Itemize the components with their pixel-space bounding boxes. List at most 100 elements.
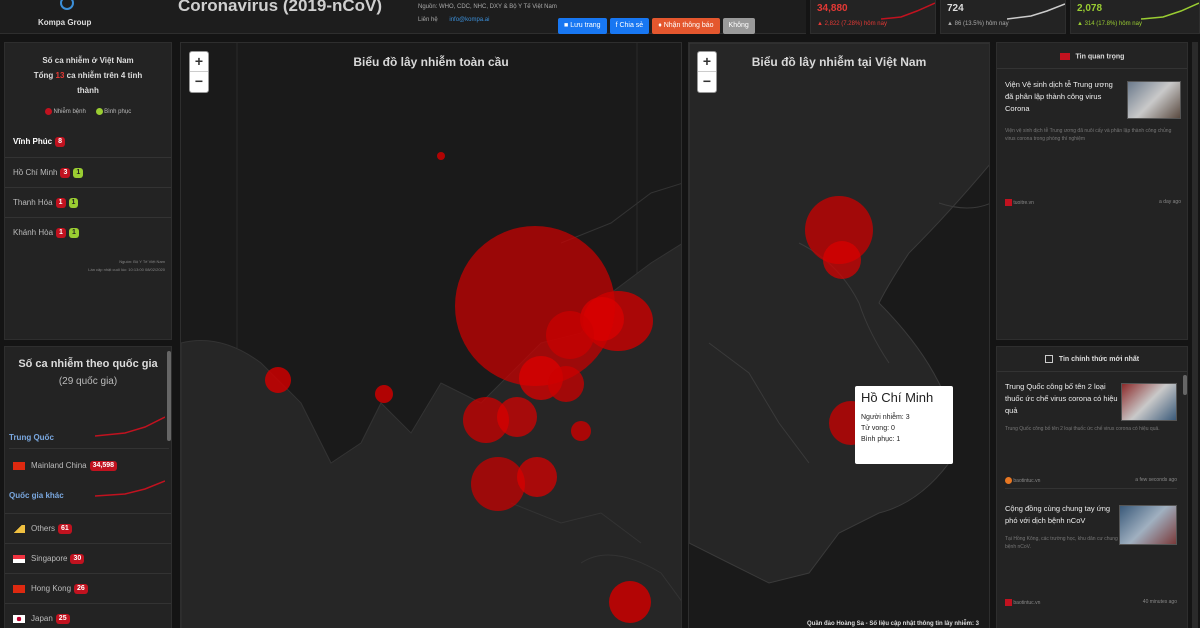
flag-icon [1059, 53, 1070, 60]
source-icon [1005, 199, 1012, 206]
news-source: baotintuc.vn [1013, 477, 1041, 484]
news-title: Trung Quốc công bố tên 2 loại thuốc ức c… [1005, 382, 1118, 415]
vn-legend: Nhiễm bệnh Bình phục [5, 108, 171, 115]
news-item[interactable]: Cộng đồng cùng chung tay ứng phó với dịc… [1005, 503, 1177, 613]
recovered-badge: 1 [68, 197, 79, 208]
logo-icon [60, 0, 74, 10]
page-title: Coronavirus (2019-nCoV) [178, 0, 383, 15]
vn-zoom-control: + − [697, 51, 717, 93]
case-bubble[interactable] [375, 385, 393, 403]
recovered-badge: 1 [68, 227, 79, 238]
vn-source: Nguồn: Bộ Y Tế Việt Nam [119, 259, 165, 264]
decline-button[interactable]: Không [722, 18, 755, 34]
news-thumbnail [1127, 81, 1181, 119]
news-item[interactable]: Viện Vệ sinh dịch tễ Trung ương đã phân … [1005, 79, 1181, 219]
save-page-button[interactable]: ■ Lưu trang [558, 18, 607, 34]
province-row[interactable]: Thanh Hóa 1 1 [5, 187, 171, 217]
china-flag-icon [13, 461, 25, 470]
stat-deaths-change: ▲ 86 (13.5%) hôm nay [947, 21, 1009, 27]
news-scrollbar[interactable] [1183, 375, 1187, 395]
stat-deaths-sparkline [1007, 3, 1065, 20]
news-title: Cộng đồng cùng chung tay ứng phó với dịc… [1005, 504, 1111, 525]
contact-link[interactable]: info@kompa.ai [449, 17, 489, 23]
vn-case-bubble[interactable] [823, 241, 861, 279]
country-row[interactable]: Singapore 30 [5, 543, 171, 573]
country-row[interactable]: Others 61 [5, 513, 171, 543]
logo[interactable]: Kompa Group [28, 0, 118, 34]
news-time: a few seconds ago [1135, 477, 1177, 483]
newspaper-icon [1044, 355, 1053, 363]
case-bubble[interactable] [497, 397, 537, 437]
singapore-flag-icon [13, 554, 25, 563]
country-row[interactable]: Hong Kong 26 [5, 573, 171, 603]
news-item[interactable]: Trung Quốc công bố tên 2 loại thuốc ức c… [1005, 381, 1177, 489]
others-flag-icon [13, 524, 25, 533]
zoom-out-button[interactable]: − [698, 72, 716, 92]
province-row[interactable]: Hồ Chí Minh 3 1 [5, 157, 171, 187]
subscribe-button[interactable]: ♦ Nhận thông báo [652, 18, 720, 34]
stat-recovered-sparkline [1141, 2, 1199, 20]
country-count: (29 quốc gia) [58, 376, 118, 387]
case-bubble[interactable] [265, 367, 291, 393]
news-source: baotintuc.vn [1013, 599, 1041, 606]
map-popup: Hồ Chí Minh Người nhiễm: 3 Tử vong: 0 Bì… [855, 386, 953, 464]
vn-total: 13 [55, 71, 65, 80]
case-bubble[interactable] [517, 457, 557, 497]
header-actions: ■ Lưu trang f Chia sẻ ♦ Nhận thông báo Khôn… [558, 14, 758, 34]
country-cases-panel: Số ca nhiễm theo quốc gia (29 quốc gia) … [4, 346, 172, 628]
stat-recovered-change: ▲ 314 (17.8%) hôm nay [1077, 21, 1142, 27]
legend-infected-dot [44, 108, 52, 115]
news-time: a day ago [1159, 199, 1181, 205]
stat-deaths: 724 ▲ 86 (13.5%) hôm nay [940, 0, 1066, 34]
latest-news-panel: Tin chính thức mới nhất Trung Quốc công … [996, 346, 1188, 628]
stat-deaths-value: 724 [947, 3, 964, 14]
country-scrollbar[interactable] [167, 351, 171, 441]
global-zoom-control: + − [189, 51, 209, 93]
stat-infected: 34,880 ▲ 2,822 (7.28%) hôm nay [810, 0, 936, 34]
case-bubble[interactable] [471, 457, 525, 511]
news-excerpt: Viện vệ sinh dịch tễ Trung ương đã nuôi … [1005, 128, 1172, 142]
infected-badge: 3 [60, 167, 71, 178]
contact-line: Liên hệ info@kompa.ai [418, 17, 489, 23]
country-row[interactable]: Japan 25 [5, 603, 171, 628]
page-scrollbar[interactable] [1192, 42, 1198, 628]
vn-cases-panel: Số ca nhiễm ở Việt Nam Tổng 13 ca nhiễm … [4, 42, 172, 340]
map-attribution: Quần đảo Hoàng Sa - Số liệu cập nhật thô… [806, 621, 979, 627]
vietnam-map-title: Biểu đồ lây nhiễm tại Việt Nam [751, 55, 927, 69]
others-trend-line [95, 480, 165, 497]
contact-label: Liên hệ [418, 17, 438, 23]
other-group-header: Quốc gia khác [9, 480, 169, 507]
zoom-in-button[interactable]: + [698, 52, 716, 72]
latest-news-header: Tin chính thức mới nhất [997, 347, 1187, 372]
stat-infected-change: ▲ 2,822 (7.28%) hôm nay [817, 21, 887, 27]
case-bubble[interactable] [609, 581, 651, 623]
zoom-out-button[interactable]: − [190, 72, 208, 92]
source-line: Nguồn: WHO, CDC, NHC, DXY & Bộ Y Tế Việt… [418, 4, 557, 10]
legend-recovered-dot [95, 108, 103, 115]
infected-badge: 8 [55, 136, 66, 147]
case-bubble[interactable] [437, 152, 445, 160]
vn-panel-title: Số ca nhiễm ở Việt Nam Tổng 13 ca nhiễm … [33, 56, 143, 95]
country-panel-title: Số ca nhiễm theo quốc gia (29 quốc gia) [5, 347, 171, 391]
share-button[interactable]: f Chia sẻ [609, 18, 650, 34]
case-bubble[interactable] [548, 366, 584, 402]
news-excerpt: Trung Quốc công bố tên 2 loại thuốc ức c… [1005, 426, 1160, 432]
province-row[interactable]: Vĩnh Phúc 8 [5, 127, 171, 157]
source-icon [1005, 477, 1012, 484]
vn-updated: Lần cập nhật cuối lúc: 10:13:00 08/02/20… [88, 267, 165, 272]
popup-title: Hồ Chí Minh [861, 390, 934, 405]
infected-badge: 1 [56, 227, 66, 238]
recovered-badge: 1 [73, 167, 84, 178]
stat-infected-value: 34,880 [817, 3, 848, 14]
stat-recovered: 2,078 ▲ 314 (17.8%) hôm nay [1070, 0, 1200, 34]
zoom-in-button[interactable]: + [190, 52, 208, 72]
important-news-header: Tin quan trọng [997, 43, 1187, 70]
case-bubble[interactable] [546, 311, 594, 359]
logo-text: Kompa Group [38, 18, 92, 27]
stat-recovered-value: 2,078 [1077, 3, 1103, 14]
hongkong-flag-icon [13, 584, 25, 593]
vietnam-map[interactable]: Biểu đồ lây nhiễm tại Việt Nam + − Hồ Ch… [688, 42, 990, 628]
case-bubble[interactable] [571, 421, 591, 441]
global-map[interactable]: Biểu đồ lây nhiễm toàn cầu + − [180, 42, 682, 628]
province-row[interactable]: Khánh Hòa 1 1 [5, 217, 171, 247]
